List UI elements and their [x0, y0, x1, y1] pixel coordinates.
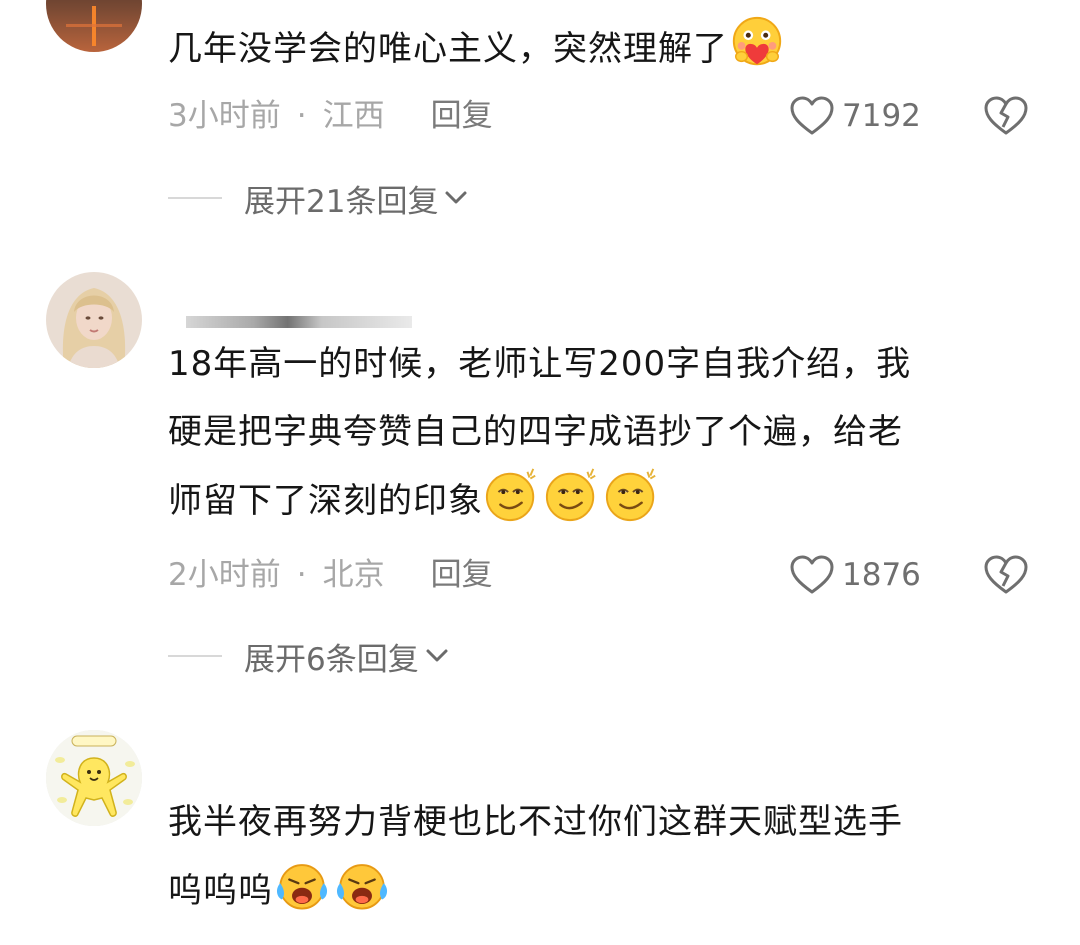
reply-button[interactable]: 回复 — [431, 557, 493, 593]
comment-text-line: 师留下了深刻的印象 — [168, 481, 483, 521]
crying-emoji-icon — [276, 864, 328, 910]
smug-emoji-icon — [605, 468, 656, 522]
broken-heart-icon[interactable] — [984, 96, 1028, 136]
comment-location: 江西 — [322, 98, 385, 134]
divider-line — [168, 197, 222, 199]
meta-separator: · — [296, 98, 307, 134]
comment-location: 北京 — [322, 557, 385, 593]
expand-replies-button[interactable]: 展开21条回复 — [168, 178, 468, 220]
comment-time: 2小时前 — [168, 557, 281, 593]
comment-meta: 2小时前 · 北京 回复 — [168, 555, 493, 595]
comment-meta: 3小时前 · 江西 回复 — [168, 96, 493, 136]
heart-outline-icon — [790, 555, 834, 594]
chevron-down-icon — [426, 649, 448, 662]
divider-line — [168, 655, 222, 657]
like-count: 7192 — [842, 98, 921, 134]
avatar[interactable] — [46, 730, 142, 826]
chevron-down-icon — [445, 191, 467, 204]
avatar[interactable] — [46, 0, 142, 52]
expand-replies-label: 展开21条回复 — [244, 183, 439, 220]
comment-text-line: 硬是把字典夸赞自己的四字成语抄了个遍，给老 — [168, 412, 903, 452]
comment-text-line: 呜呜呜 — [168, 871, 273, 911]
comment-text: 18年高一的时候，老师让写200字自我介绍，我 硬是把字典夸赞自己的四字成语抄了… — [168, 330, 1038, 535]
username-redacted — [186, 316, 412, 328]
comment-text-line: 几年没学会的唯心主义，突然理解了 — [168, 29, 728, 69]
broken-heart-icon[interactable] — [984, 555, 1028, 595]
smug-emoji-icon — [545, 468, 596, 522]
like-button[interactable]: 7192 — [790, 96, 921, 136]
meta-separator: · — [296, 557, 307, 593]
avatar[interactable] — [46, 272, 142, 368]
reply-button[interactable]: 回复 — [431, 98, 493, 134]
heart-hug-emoji-icon — [732, 16, 782, 66]
comment-text: 我半夜再努力背梗也比不过你们这群天赋型选手 呜呜呜 — [168, 788, 1038, 925]
comment-text: 几年没学会的唯心主义，突然理解了 — [168, 14, 1038, 83]
expand-replies-button[interactable]: 展开6条回复 — [168, 636, 449, 678]
comment-text-line: 18年高一的时候，老师让写200字自我介绍，我 — [168, 344, 912, 384]
comment-time: 3小时前 — [168, 98, 281, 134]
heart-outline-icon — [790, 96, 834, 135]
smug-emoji-icon — [485, 468, 536, 522]
crying-emoji-icon — [336, 864, 388, 910]
like-count: 1876 — [842, 557, 921, 593]
comment-text-line: 我半夜再努力背梗也比不过你们这群天赋型选手 — [168, 802, 903, 842]
like-button[interactable]: 1876 — [790, 555, 921, 595]
expand-replies-label: 展开6条回复 — [244, 641, 419, 678]
